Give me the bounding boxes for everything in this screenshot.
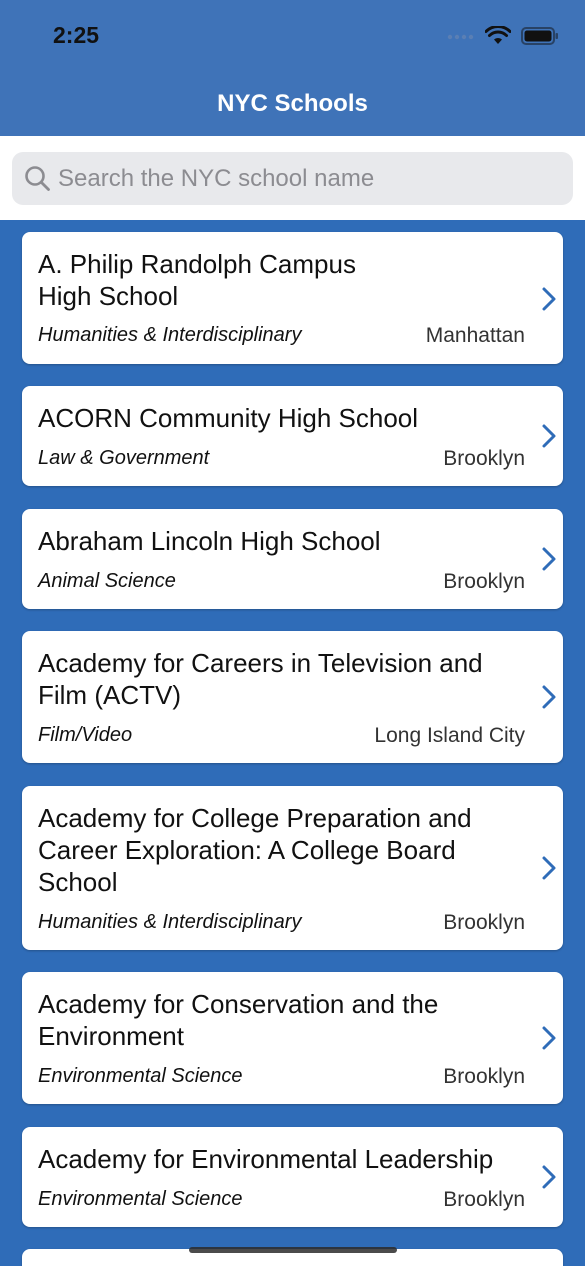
school-card[interactable]: Academy for Careers in Television and Fi… <box>22 631 563 763</box>
school-card[interactable]: Academy for Conservation and the Environ… <box>22 972 563 1104</box>
school-card[interactable]: ACORN Community High School Law & Govern… <box>22 386 563 486</box>
school-type: Law & Government <box>38 447 210 469</box>
home-indicator <box>189 1247 397 1253</box>
status-icons <box>447 26 559 46</box>
chevron-right-icon <box>542 547 556 571</box>
school-name: Academy for College Preparation and Care… <box>38 803 472 897</box>
school-type: Humanities & Interdisciplinary <box>38 911 302 933</box>
chevron-right-icon <box>542 1026 556 1050</box>
chevron-right-icon <box>542 424 556 448</box>
school-list[interactable]: A. Philip Randolph Campus High School Hum… <box>0 220 585 1266</box>
chevron-right-icon <box>542 287 556 311</box>
school-borough: Brooklyn <box>443 911 525 934</box>
school-type: Environmental Science <box>38 1065 243 1087</box>
wifi-icon <box>485 26 511 44</box>
search-bar <box>0 136 585 220</box>
chevron-right-icon <box>542 1165 556 1189</box>
search-field[interactable] <box>12 152 573 205</box>
status-time: 2:25 <box>53 22 100 48</box>
navigation-bar: NYC Schools <box>0 74 585 136</box>
status-bar: 2:25 <box>0 0 585 74</box>
search-input[interactable] <box>58 152 558 205</box>
school-card[interactable]: Abraham Lincoln High School Animal Scien… <box>22 509 563 609</box>
chevron-right-icon <box>542 856 556 880</box>
school-type: Environmental Science <box>38 1188 243 1210</box>
school-card[interactable]: Academy for Environmental Leadership Env… <box>22 1127 563 1227</box>
school-name: Academy for Conservation and the Environ… <box>38 989 439 1051</box>
school-card[interactable]: A. Philip Randolph Campus High School Hum… <box>22 232 563 364</box>
school-name: Abraham Lincoln High School <box>38 526 381 556</box>
signal-icon <box>447 34 474 40</box>
school-borough: Long Island City <box>374 724 525 747</box>
school-name: A. Philip Randolph Campus High School <box>38 248 518 312</box>
school-borough: Brooklyn <box>443 1188 525 1211</box>
school-borough: Brooklyn <box>443 1065 525 1088</box>
school-borough: Manhattan <box>425 324 525 347</box>
school-name-line: A. Philip Randolph Campus <box>38 249 356 279</box>
school-name: ACORN Community High School <box>38 403 419 433</box>
page-title: NYC Schools <box>217 90 368 117</box>
chevron-right-icon <box>542 685 556 709</box>
school-borough: Brooklyn <box>443 447 525 470</box>
school-type: Animal Science <box>38 570 176 592</box>
school-name: Academy for Environmental Leadership <box>38 1144 494 1174</box>
school-type: Film/Video <box>38 724 133 746</box>
battery-icon <box>521 27 558 45</box>
search-icon <box>25 166 50 191</box>
school-type: Humanities & Interdisciplinary <box>38 324 302 346</box>
school-card[interactable]: Academy for College Preparation and Care… <box>22 786 563 950</box>
school-name-line: High School <box>38 281 179 311</box>
school-name: Academy for Careers in Television and Fi… <box>38 648 483 710</box>
school-borough: Brooklyn <box>443 570 525 593</box>
